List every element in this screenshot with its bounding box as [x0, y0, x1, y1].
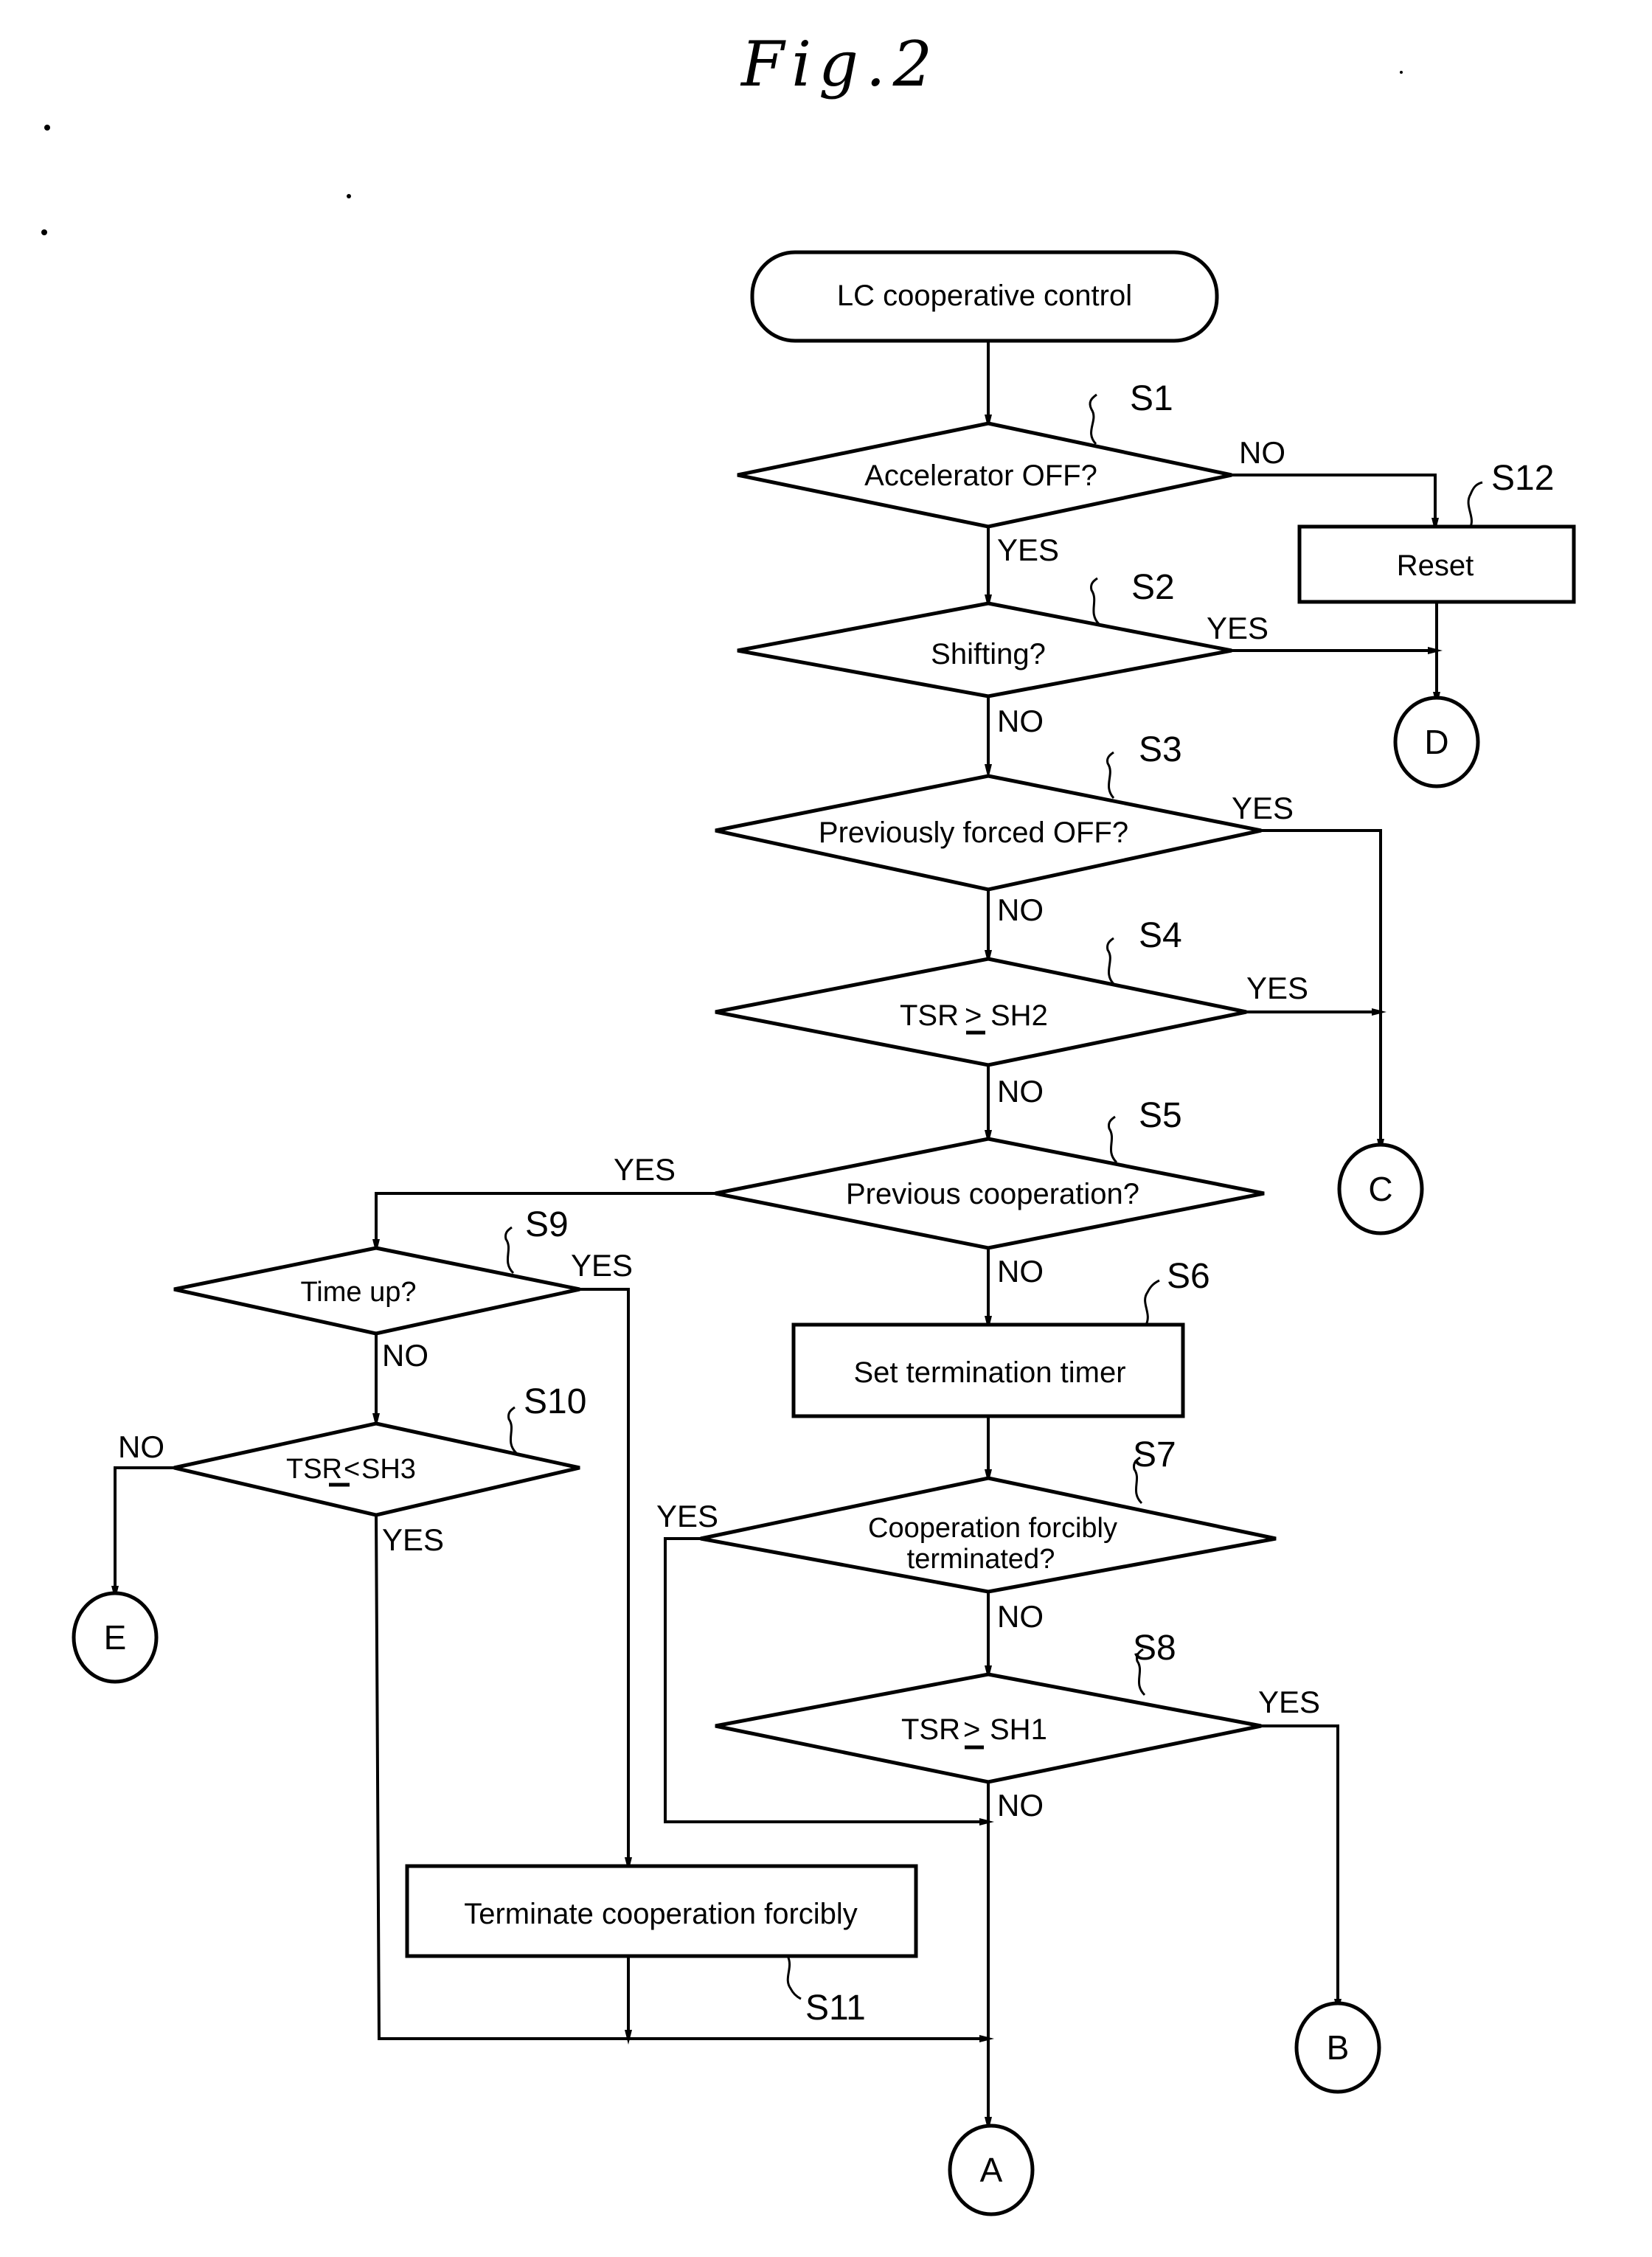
s1-yes-label: YES: [997, 533, 1059, 567]
start-label: LC cooperative control: [837, 280, 1132, 312]
s8-step-id: S8: [1133, 1629, 1176, 1668]
s10-yes-label: YES: [382, 1522, 444, 1557]
process-s11: Terminate cooperation forcibly S11: [405, 1864, 918, 2028]
decision-s10: TSR < SH3 S10 NO YES: [118, 1382, 586, 1557]
decision-s4: TSR > SH2 S4 YES NO: [715, 916, 1308, 1109]
s1-step-id: S1: [1130, 379, 1173, 418]
s8-no-label: NO: [997, 1788, 1044, 1823]
decision-s1: Accelerator OFF? S1 NO YES: [737, 379, 1285, 567]
s11-step-id: S11: [805, 1989, 866, 2028]
decision-s2: Shifting? S2 YES NO: [737, 568, 1268, 738]
decision-s8: TSR > SH1 S8 YES NO: [715, 1629, 1320, 1823]
s8-label-left: TSR: [901, 1713, 960, 1746]
scan-speck: [347, 194, 351, 198]
s11-label: Terminate cooperation forcibly: [464, 1898, 858, 1930]
connector-b-label: B: [1327, 2028, 1350, 2067]
s8-operator: >: [963, 1713, 980, 1746]
s4-label-right: SH2: [990, 999, 1048, 1032]
s5-step-id: S5: [1139, 1096, 1182, 1135]
connector-e-label: E: [104, 1618, 127, 1657]
s7-no-label: NO: [997, 1599, 1044, 1634]
s2-label: Shifting?: [931, 638, 1046, 670]
s10-label-right: SH3: [361, 1454, 416, 1485]
s10-step-id: S10: [524, 1382, 586, 1421]
figure-title: Fig.2: [740, 28, 940, 100]
s3-yes-label: YES: [1232, 791, 1294, 825]
flowchart: Fig.2 LC cooperative control Accelerator…: [41, 28, 1576, 2216]
connector-d: D: [1393, 696, 1480, 788]
decision-s9: Time up? S9 YES NO: [173, 1205, 633, 1373]
s4-operator: >: [965, 999, 982, 1032]
connector-e: E: [72, 1591, 159, 1684]
connector-c-label: C: [1368, 1170, 1392, 1208]
s10-operator: <: [344, 1454, 360, 1485]
s5-no-label: NO: [997, 1254, 1044, 1289]
s3-step-id: S3: [1139, 730, 1182, 769]
s2-yes-label: YES: [1207, 611, 1268, 645]
connector-d-label: D: [1424, 723, 1448, 761]
s10-no-label: NO: [118, 1429, 164, 1464]
s5-yes-label: YES: [614, 1152, 676, 1187]
s2-no-label: NO: [997, 704, 1044, 738]
s8-label-right: SH1: [990, 1713, 1047, 1746]
scan-speck: [41, 229, 47, 235]
s1-no-label: NO: [1239, 435, 1285, 470]
s7-step-id: S7: [1133, 1435, 1176, 1474]
flow-lines: [111, 341, 1443, 2132]
s3-no-label: NO: [997, 892, 1044, 927]
s9-label: Time up?: [301, 1277, 417, 1308]
s9-yes-label: YES: [571, 1248, 633, 1283]
s6-step-id: S6: [1167, 1257, 1210, 1296]
scan-speck: [44, 125, 50, 131]
s7-label-line2: terminated?: [907, 1544, 1055, 1575]
connector-b: B: [1294, 2001, 1381, 2094]
s8-yes-label: YES: [1258, 1685, 1320, 1719]
scan-speck: [1400, 71, 1403, 74]
s7-label-line1: Cooperation forcibly: [868, 1513, 1117, 1544]
connector-a-label: A: [980, 2151, 1003, 2189]
s4-step-id: S4: [1139, 916, 1182, 955]
s7-yes-label: YES: [656, 1499, 718, 1533]
decision-s7: Cooperation forcibly terminated? S7 YES …: [656, 1435, 1277, 1634]
s5-label: Previous cooperation?: [846, 1178, 1139, 1210]
s2-step-id: S2: [1131, 568, 1175, 607]
connector-a: A: [948, 2123, 1035, 2216]
s3-label: Previously forced OFF?: [819, 817, 1128, 849]
s4-yes-label: YES: [1246, 971, 1308, 1005]
s6-label: Set termination timer: [853, 1356, 1125, 1389]
s4-label-left: TSR: [900, 999, 959, 1032]
s4-no-label: NO: [997, 1074, 1044, 1109]
s10-label-left: TSR: [286, 1454, 342, 1485]
s12-step-id: S12: [1491, 459, 1554, 498]
s9-step-id: S9: [525, 1205, 569, 1244]
start-terminator: LC cooperative control: [750, 250, 1219, 343]
connector-c: C: [1337, 1143, 1424, 1235]
s9-no-label: NO: [382, 1338, 428, 1373]
s12-label: Reset: [1397, 549, 1474, 582]
s1-label: Accelerator OFF?: [864, 460, 1097, 492]
decision-s3: Previously forced OFF? S3 YES NO: [715, 730, 1294, 927]
